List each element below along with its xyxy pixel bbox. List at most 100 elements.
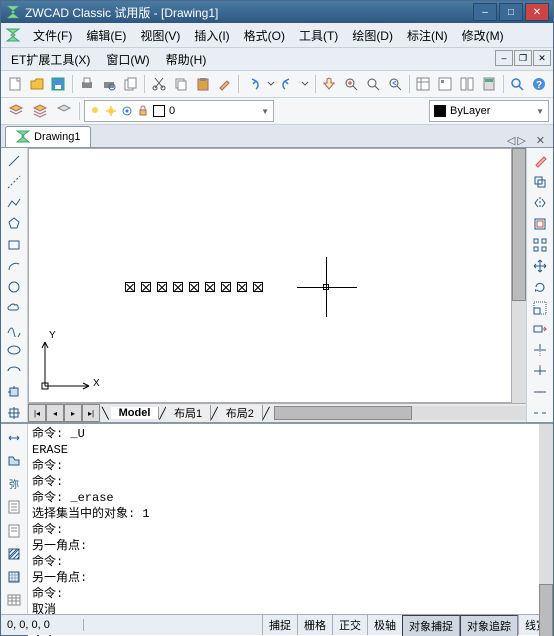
menu-help[interactable]: 帮助(H)	[160, 49, 213, 70]
menu-draw[interactable]: 绘图(D)	[346, 25, 399, 46]
tool-palettes-button[interactable]	[457, 73, 477, 95]
offset-button[interactable]	[529, 215, 551, 233]
command-vscroll[interactable]	[539, 424, 553, 636]
insert-block-button[interactable]	[3, 383, 25, 401]
polygon-button[interactable]	[3, 215, 25, 233]
menu-tools[interactable]: 工具(T)	[293, 25, 344, 46]
cut-button[interactable]	[149, 73, 169, 95]
horizontal-scrollbar[interactable]	[274, 406, 526, 420]
coordinates-display[interactable]: 0, 0, 0, 0	[1, 619, 84, 631]
arc-button[interactable]	[3, 257, 25, 275]
tab-prev-button[interactable]: ◂	[46, 404, 64, 422]
doc-close-button[interactable]: ✕	[533, 50, 551, 66]
minimize-button[interactable]: –	[473, 3, 497, 21]
hatch-button[interactable]	[3, 544, 25, 564]
menu-file[interactable]: 文件(F)	[27, 25, 78, 46]
print-preview-button[interactable]	[99, 73, 119, 95]
copy-object-button[interactable]	[529, 173, 551, 191]
layer-states-button[interactable]	[29, 100, 51, 122]
tab-next-button[interactable]: ▸	[64, 404, 82, 422]
status-toggle-4[interactable]: 对象捕捉	[402, 615, 460, 636]
layout2-tab[interactable]: 布局2	[218, 405, 263, 421]
layer-manager-button[interactable]	[5, 100, 27, 122]
menu-insert[interactable]: 插入(I)	[188, 25, 235, 46]
properties-button[interactable]	[413, 73, 433, 95]
menu-window[interactable]: 窗口(W)	[100, 49, 155, 70]
menu-ettools[interactable]: ET扩展工具(X)	[5, 49, 96, 70]
copy-button[interactable]	[171, 73, 191, 95]
open-button[interactable]	[27, 73, 47, 95]
vertical-scrollbar[interactable]	[512, 148, 526, 403]
stretch-button[interactable]	[529, 320, 551, 338]
locate-point-button[interactable]	[3, 521, 25, 541]
erase-button[interactable]	[529, 152, 551, 170]
save-button[interactable]	[49, 73, 69, 95]
design-center-button[interactable]	[435, 73, 455, 95]
array-button[interactable]	[529, 236, 551, 254]
polyline-button[interactable]	[3, 194, 25, 212]
gradient-button[interactable]	[3, 567, 25, 587]
undo-button[interactable]	[243, 73, 263, 95]
zoom-realtime-button[interactable]	[341, 73, 361, 95]
match-properties-button[interactable]	[215, 73, 235, 95]
extend-button[interactable]	[529, 362, 551, 380]
tab-next-button[interactable]: ▷	[517, 134, 525, 147]
rectangle-button[interactable]	[3, 236, 25, 254]
rotate-button[interactable]	[529, 278, 551, 296]
construction-line-button[interactable]	[3, 173, 25, 191]
break-at-point-button[interactable]	[529, 383, 551, 401]
menu-edit[interactable]: 编辑(E)	[80, 25, 132, 46]
find-button[interactable]	[507, 73, 527, 95]
tab-last-button[interactable]: ▸|	[82, 404, 100, 422]
redo-button[interactable]	[278, 73, 298, 95]
status-toggle-2[interactable]: 正交	[332, 615, 367, 635]
doc-restore-button[interactable]: ❐	[514, 50, 532, 66]
close-button[interactable]: ✕	[525, 3, 549, 21]
new-button[interactable]	[5, 73, 25, 95]
scale-button[interactable]	[529, 299, 551, 317]
move-button[interactable]	[529, 257, 551, 275]
status-toggle-0[interactable]: 捕捉	[262, 615, 297, 635]
tab-prev-button[interactable]: ◁	[507, 134, 515, 147]
mirror-button[interactable]	[529, 194, 551, 212]
calculator-button[interactable]	[479, 73, 499, 95]
redo-dropdown-button[interactable]	[300, 73, 311, 95]
status-toggle-3[interactable]: 极轴	[367, 615, 402, 635]
break-button[interactable]	[529, 404, 551, 422]
layer-dropdown[interactable]: 0 ▼	[84, 100, 274, 122]
status-toggle-5[interactable]: 对象追踪	[460, 615, 518, 636]
make-block-button[interactable]	[3, 404, 25, 422]
zoom-previous-button[interactable]	[385, 73, 405, 95]
line-button[interactable]	[3, 152, 25, 170]
revision-cloud-button[interactable]	[3, 299, 25, 317]
menu-modify[interactable]: 修改(M)	[456, 25, 510, 46]
layer-previous-button[interactable]	[53, 100, 75, 122]
ellipse-arc-button[interactable]	[3, 362, 25, 380]
help-button[interactable]: ?	[529, 73, 549, 95]
zoom-window-button[interactable]	[363, 73, 383, 95]
menu-view[interactable]: 视图(V)	[134, 25, 186, 46]
menu-dimension[interactable]: 标注(N)	[401, 25, 454, 46]
app-menu-icon[interactable]	[5, 27, 21, 43]
color-dropdown[interactable]: ByLayer ▼	[429, 100, 549, 122]
tab-first-button[interactable]: |◂	[28, 404, 46, 422]
print-button[interactable]	[77, 73, 97, 95]
doc-minimize-button[interactable]: –	[495, 50, 513, 66]
pan-button[interactable]	[320, 73, 340, 95]
spline-button[interactable]	[3, 320, 25, 338]
region-button[interactable]: 弥	[3, 474, 25, 494]
command-history[interactable]: 命令: _U ERASE 命令: 命令: 命令: _erase 选择集当中的对象…	[28, 424, 539, 636]
undo-dropdown-button[interactable]	[265, 73, 276, 95]
paste-button[interactable]	[193, 73, 213, 95]
tab-close-button[interactable]: ✕	[536, 134, 545, 147]
circle-button[interactable]	[3, 278, 25, 296]
status-toggle-1[interactable]: 栅格	[297, 615, 332, 635]
drawing-canvas[interactable]: Y X	[28, 148, 512, 403]
maximize-button[interactable]: □	[499, 3, 523, 21]
model-tab[interactable]: Model	[111, 407, 160, 419]
ellipse-button[interactable]	[3, 341, 25, 359]
area-button[interactable]	[3, 451, 25, 471]
layout1-tab[interactable]: 布局1	[166, 405, 211, 421]
menu-format[interactable]: 格式(O)	[238, 25, 291, 46]
trim-button[interactable]	[529, 341, 551, 359]
